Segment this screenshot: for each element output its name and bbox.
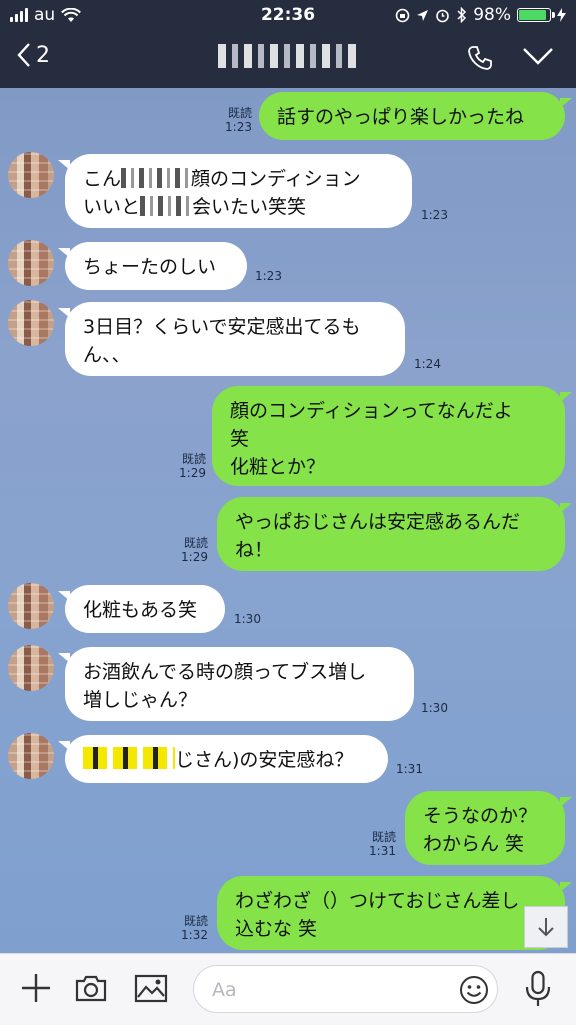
message-time: 1:23: [225, 120, 252, 134]
read-receipt: 既読: [183, 536, 208, 550]
message-bubble[interactable]: お酒飲んでる時の顔ってブス増し 増しじゃん？: [58, 647, 414, 721]
message-bubble[interactable]: 話すのやっぱり楽しかったね: [259, 92, 572, 140]
location-icon: [417, 9, 429, 21]
phone-icon[interactable]: [466, 44, 494, 72]
read-receipt: 既読: [227, 106, 252, 120]
redacted-text: [121, 168, 192, 188]
camera-icon[interactable]: [74, 972, 108, 1004]
bluetooth-icon: [457, 7, 467, 23]
avatar[interactable]: [8, 583, 54, 629]
message-time: 1:29: [179, 466, 206, 480]
avatar[interactable]: [8, 152, 54, 198]
message-bubble[interactable]: ちょーたのしい: [58, 242, 247, 290]
chevron-down-icon[interactable]: [522, 46, 554, 66]
message-time: 1:30: [234, 612, 261, 626]
message-time: 1:23: [421, 208, 448, 222]
message-bubble[interactable]: そうなのか？ わからん 笑: [405, 791, 572, 865]
message-time: 1:29: [181, 550, 208, 564]
message-bubble[interactable]: 顔のコンディションってなんだよ 笑 化粧とか？: [212, 386, 572, 486]
top-bar: au 22:36 98% 2: [0, 0, 576, 88]
plus-icon[interactable]: [20, 972, 52, 1004]
message-bubble[interactable]: じさん)の安定感ね？: [58, 735, 388, 783]
microphone-icon[interactable]: [524, 970, 552, 1008]
message-time: 1:23: [255, 269, 282, 283]
alarm-icon: [436, 9, 450, 22]
message-time: 1:31: [369, 844, 396, 858]
charging-icon: [557, 8, 566, 22]
message-bubble[interactable]: やっぱおじさんは安定感あるんだ ね！: [217, 497, 572, 571]
avatar[interactable]: [8, 240, 54, 286]
redacted-text: [83, 747, 175, 769]
avatar[interactable]: [8, 300, 54, 346]
orientation-lock-icon: [395, 8, 410, 22]
chat-header: 2: [0, 30, 576, 88]
avatar[interactable]: [8, 733, 54, 779]
avatar[interactable]: [8, 645, 54, 691]
message-input-box: [193, 965, 498, 1013]
message-time: 1:24: [414, 357, 441, 371]
message-time: 1:30: [421, 701, 448, 715]
message-bubble[interactable]: 化粧もある笑: [58, 585, 225, 633]
redacted-name: [218, 44, 358, 68]
redacted-text: [140, 196, 193, 216]
arrow-down-icon: [538, 918, 554, 937]
read-receipt: 既読: [181, 452, 206, 466]
message-input[interactable]: [210, 976, 454, 1004]
status-bar: au 22:36 98%: [0, 0, 576, 30]
read-receipt: 既読: [183, 914, 208, 928]
message-bubble[interactable]: わざわざ（）つけておじさん差し 込むな 笑: [217, 876, 572, 950]
composer-bar: [0, 953, 576, 1025]
read-receipt: 既読: [371, 830, 396, 844]
smiley-icon[interactable]: [459, 975, 489, 1005]
message-time: 1:31: [396, 762, 423, 776]
battery-icon: [517, 8, 555, 22]
message-time: 1:32: [181, 928, 208, 942]
image-icon[interactable]: [134, 972, 168, 1004]
battery-percent: 98%: [473, 5, 511, 25]
scroll-to-bottom-button[interactable]: [524, 906, 568, 948]
message-bubble[interactable]: 3日目？くらいで安定感出てるも ん、、: [58, 302, 405, 376]
message-bubble[interactable]: こん 顔のコンディション いいと 会いたい笑笑: [58, 154, 412, 228]
